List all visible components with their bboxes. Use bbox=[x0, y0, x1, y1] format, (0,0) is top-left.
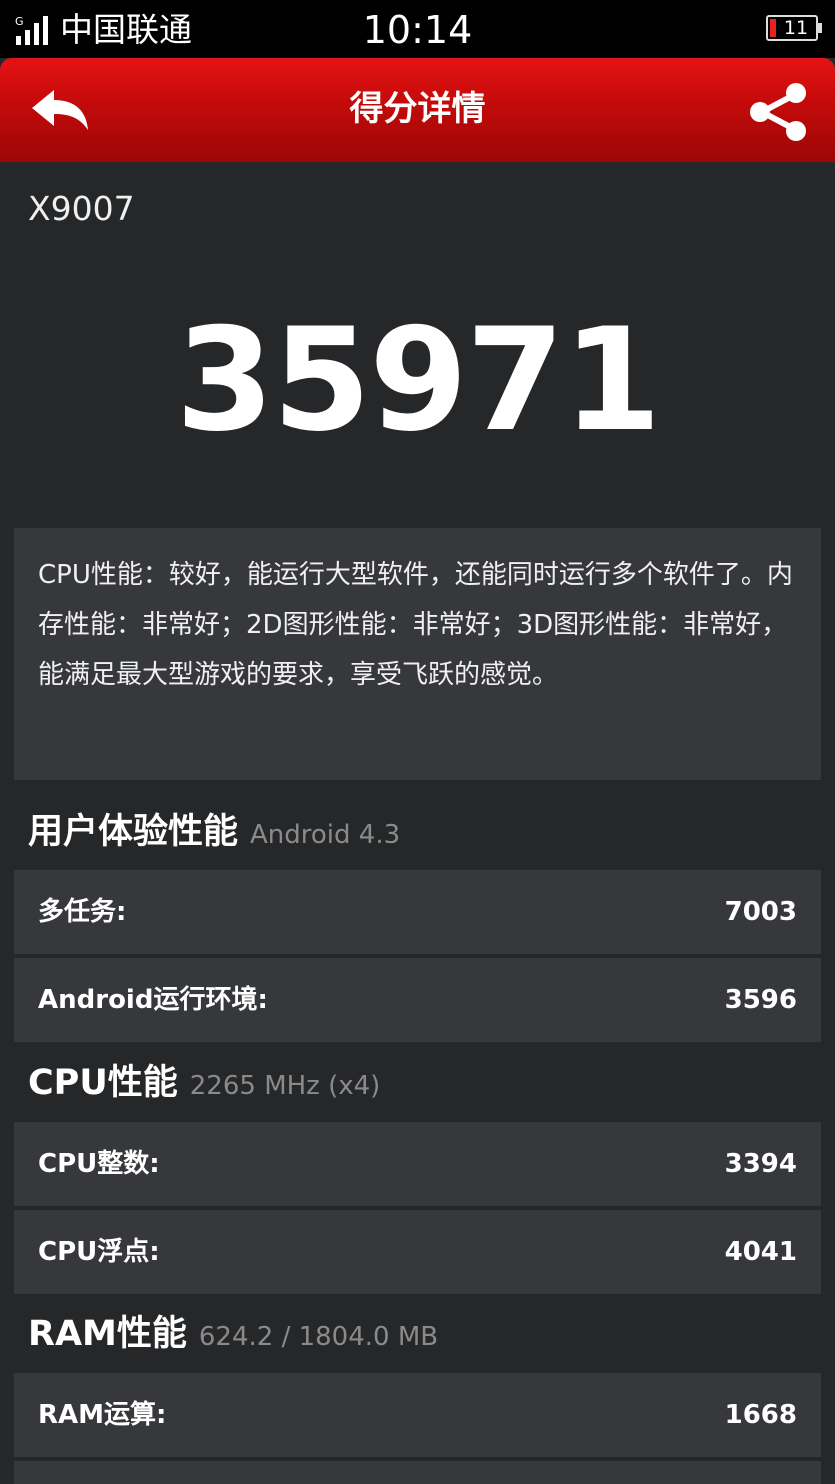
row-label: Android运行环境: bbox=[38, 985, 268, 1015]
share-icon[interactable] bbox=[746, 82, 812, 142]
row-value: 3596 bbox=[724, 985, 797, 1015]
section-subtitle: 624.2 / 1804.0 MB bbox=[198, 1322, 439, 1352]
battery-cap bbox=[818, 23, 822, 33]
battery-percent: 11 bbox=[783, 17, 809, 39]
total-score: 35971 bbox=[175, 298, 661, 463]
row-label: RAM运算: bbox=[38, 1400, 167, 1430]
section-header-ux: 用户体验性能 Android 4.3 bbox=[28, 804, 400, 860]
score-row-multitask[interactable]: 多任务: 7003 bbox=[14, 870, 821, 954]
score-row-cpu-float[interactable]: CPU浮点: 4041 bbox=[14, 1210, 821, 1294]
score-row-android-runtime[interactable]: Android运行环境: 3596 bbox=[14, 958, 821, 1042]
section-title: CPU性能 bbox=[28, 1063, 178, 1103]
section-header-ram: RAM性能 624.2 / 1804.0 MB bbox=[28, 1306, 438, 1362]
battery-icon: 11 bbox=[766, 15, 818, 41]
row-label: CPU整数: bbox=[38, 1149, 160, 1179]
page-title: 得分详情 bbox=[349, 89, 486, 129]
section-subtitle: Android 4.3 bbox=[250, 820, 401, 850]
row-value: 1668 bbox=[724, 1400, 797, 1430]
score-row-cpu-integer[interactable]: CPU整数: 3394 bbox=[14, 1122, 821, 1206]
row-value: 7003 bbox=[724, 897, 797, 927]
section-title: RAM性能 bbox=[28, 1314, 187, 1354]
device-model: X9007 bbox=[28, 189, 135, 228]
score-row-ram-ops[interactable]: RAM运算: 1668 bbox=[14, 1373, 821, 1457]
score-description: CPU性能：较好，能运行大型软件，还能同时运行多个软件了。内存性能：非常好；2D… bbox=[38, 560, 793, 690]
section-subtitle: 2265 MHz (x4) bbox=[189, 1071, 381, 1101]
row-label: 多任务: bbox=[38, 897, 127, 927]
status-clock: 10:14 bbox=[362, 8, 473, 52]
section-title: 用户体验性能 bbox=[28, 812, 239, 852]
row-label: CPU浮点: bbox=[38, 1237, 160, 1267]
score-description-panel: CPU性能：较好，能运行大型软件，还能同时运行多个软件了。内存性能：非常好；2D… bbox=[14, 528, 821, 780]
battery-level-fill bbox=[770, 19, 776, 37]
section-header-cpu: CPU性能 2265 MHz (x4) bbox=[28, 1055, 380, 1111]
row-value: 4041 bbox=[724, 1237, 797, 1267]
status-bar: G 中国联通 10:14 11 bbox=[0, 0, 835, 58]
row-value: 3394 bbox=[724, 1149, 797, 1179]
title-bar: 得分详情 bbox=[0, 58, 835, 162]
score-row-partial bbox=[14, 1461, 821, 1484]
